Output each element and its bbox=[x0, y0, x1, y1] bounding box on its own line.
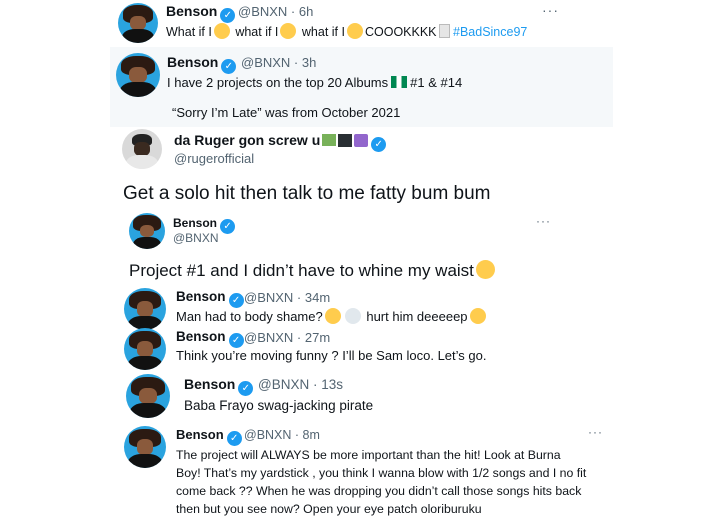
verified-badge-icon: ✓ bbox=[371, 137, 387, 152]
author-name: Benson bbox=[176, 289, 226, 304]
avatar[interactable] bbox=[124, 288, 166, 330]
author-handle: @rugerofficial bbox=[174, 151, 255, 166]
tweet-4[interactable]: Benson ✓ @BNXN ··· Project #1 and I didn’… bbox=[110, 210, 580, 285]
tweet-7[interactable]: Benson ✓ @BNXN · 8m ··· The project will … bbox=[110, 421, 613, 522]
thinking-face-icon bbox=[213, 23, 230, 39]
tweet-3[interactable]: da Ruger gon screw u ✓ @rugerofficial Get… bbox=[110, 127, 620, 212]
tweet-text: Think you’re moving funny ? I’ll be Sam … bbox=[176, 348, 487, 363]
verified-badge-icon: ✓ bbox=[226, 431, 242, 446]
tweet-text: Project #1 and I didn’t have to whine my… bbox=[129, 260, 497, 281]
author-name: Benson bbox=[176, 427, 224, 442]
tweet-1[interactable]: Benson ✓ @BNXN · 6h ··· What if I what if… bbox=[110, 0, 613, 47]
avatar[interactable] bbox=[126, 374, 170, 418]
thinking-face-icon bbox=[346, 23, 363, 39]
verified-badge-icon: ✓ bbox=[228, 293, 244, 308]
avatar[interactable] bbox=[124, 426, 166, 468]
avatar[interactable] bbox=[116, 53, 160, 97]
author-handle: @BNXN bbox=[173, 231, 219, 245]
more-options-icon[interactable]: ··· bbox=[536, 214, 551, 228]
author-name: Benson bbox=[167, 54, 219, 70]
author-name: da Ruger gon screw u bbox=[174, 132, 321, 148]
avatar[interactable] bbox=[124, 328, 166, 370]
verified-badge-icon: ✓ bbox=[220, 219, 236, 234]
author-handle: @BNXN · 34m bbox=[244, 290, 331, 305]
nigeria-flag-icon bbox=[391, 76, 408, 88]
tweet-text-line-1: I have 2 projects on the top 20 Albums #1… bbox=[167, 75, 463, 90]
author-handle: @BNXN · 8m bbox=[244, 428, 320, 442]
libra-icon bbox=[354, 134, 369, 147]
pirate-flag-icon bbox=[338, 134, 353, 147]
tears-of-joy-icon bbox=[469, 308, 486, 324]
tweet-text: Man had to body shame? hurt him deeeeep bbox=[176, 308, 488, 324]
tweet-6[interactable]: Benson ✓ @BNXN · 13s Baba Frayo swag-jack… bbox=[110, 371, 470, 421]
verified-badge-icon: ✓ bbox=[221, 59, 237, 74]
tweet-text-line-2: “Sorry I’m Late” was from October 2021 bbox=[172, 105, 401, 120]
author-handle: @BNXN · 6h bbox=[238, 4, 314, 19]
avatar[interactable] bbox=[122, 129, 162, 169]
author-name: Benson bbox=[176, 329, 226, 344]
author-name: Benson bbox=[166, 3, 218, 19]
tweet-5[interactable]: Benson ✓ @BNXN · 34m Man had to body sham… bbox=[110, 284, 613, 371]
more-options-icon[interactable]: ··· bbox=[542, 2, 559, 18]
more-options-icon[interactable]: ··· bbox=[588, 425, 603, 439]
tweet-text: Get a solo hit then talk to me fatty bum… bbox=[123, 183, 491, 204]
verified-badge-icon: ✓ bbox=[220, 8, 236, 23]
author-name: Benson bbox=[184, 376, 236, 392]
skull-icon bbox=[344, 308, 361, 324]
tweet-text: What if I what if I what if I COOOKKKK #B… bbox=[166, 23, 528, 39]
avatar[interactable] bbox=[118, 3, 158, 43]
tweet-text: The project will ALWAYS be more importan… bbox=[176, 448, 587, 516]
tweet-2[interactable]: Benson ✓ @BNXN · 3h I have 2 projects on … bbox=[110, 47, 613, 127]
avatar[interactable] bbox=[129, 213, 165, 249]
disappointed-face-icon bbox=[324, 308, 341, 324]
smiling-face-with-hearts-icon bbox=[475, 260, 495, 279]
author-handle: @BNXN · 13s bbox=[258, 377, 343, 392]
verified-badge-icon: ✓ bbox=[228, 333, 244, 348]
cup-icon bbox=[438, 24, 450, 38]
verified-badge-icon: ✓ bbox=[238, 381, 254, 396]
author-name: Benson bbox=[173, 216, 218, 230]
thinking-face-icon bbox=[280, 23, 297, 39]
tweet-text: Baba Frayo swag-jacking pirate bbox=[184, 398, 374, 413]
author-handle: @BNXN · 27m bbox=[244, 330, 331, 345]
hashtag-link[interactable]: #BadSince97 bbox=[453, 25, 527, 39]
author-handle: @BNXN · 3h bbox=[241, 55, 317, 70]
water-pistol-icon bbox=[322, 134, 337, 146]
